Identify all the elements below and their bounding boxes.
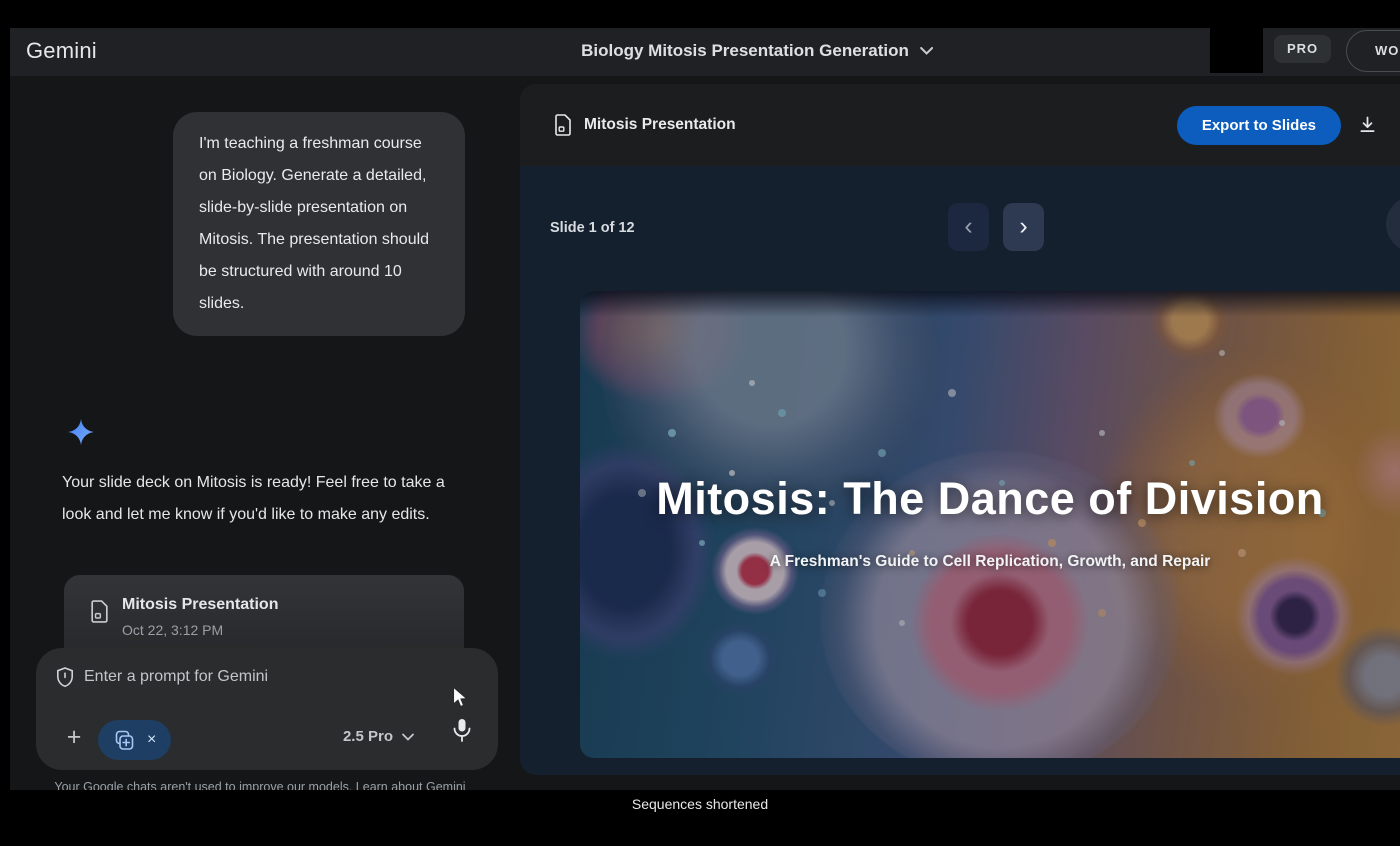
add-attachment-button[interactable]: + [58,722,90,754]
mic-icon[interactable] [452,718,472,745]
download-icon[interactable] [1357,114,1378,135]
canvas-icon [115,730,134,750]
panel-title: Mitosis Presentation [584,116,736,133]
artifact-timestamp: Oct 22, 3:12 PM [122,622,224,638]
slide-title: Mitosis: The Dance of Division [656,473,1324,524]
artifact-title: Mitosis Presentation [122,596,279,613]
video-frame: Gemini Biology Mitosis Presentation Gene… [0,0,1400,846]
chip-close-icon[interactable]: × [147,731,156,749]
panel-edge-button[interactable] [1386,196,1400,252]
letterbox-top [0,0,1400,28]
conversation-title-dropdown[interactable]: Biology Mitosis Presentation Generation [581,41,933,61]
model-selector[interactable]: 2.5 Pro [343,728,414,745]
mouse-cursor [452,686,469,708]
model-label: 2.5 Pro [342,728,393,745]
prompt-composer: + × 2.5 Pro [36,648,498,770]
next-slide-button[interactable]: › [1003,203,1044,251]
conversation-title: Biology Mitosis Presentation Generation [581,41,909,60]
workspace-badge[interactable]: WORK [1346,30,1400,72]
assistant-message: Your slide deck on Mitosis is ready! Fee… [62,474,445,523]
document-icon [91,600,108,623]
previous-slide-button[interactable]: ‹ [948,203,989,251]
document-icon [555,114,571,136]
canvas-chip[interactable]: × [98,720,172,760]
letterbox-left [0,0,10,846]
video-caption: Sequences shortened [631,796,769,812]
presentation-panel: Mitosis Presentation Export to Slides Sl… [520,84,1400,775]
slide-counter: Slide 1 of 12 [550,220,635,236]
pro-badge: PRO [1274,35,1332,63]
privacy-disclaimer: Your Google chats aren't used to improve… [54,780,466,790]
slide-subtitle: A Freshman's Guide to Cell Replication, … [769,553,1211,570]
chevron-down-icon [402,733,414,741]
export-to-slides-button[interactable]: Export to Slides [1176,106,1341,145]
shield-icon [57,667,73,688]
gemini-app: Gemini Biology Mitosis Presentation Gene… [10,28,1400,790]
user-message-bubble: I'm teaching a freshman course on Biolog… [173,112,465,336]
gemini-logo[interactable]: Gemini [26,38,97,64]
gemini-sparkle-icon [68,419,94,445]
chevron-down-icon [919,47,933,55]
slide-preview: Mitosis: The Dance of Division A Freshma… [580,291,1400,758]
top-nav: Gemini Biology Mitosis Presentation Gene… [10,28,1400,76]
redacted-block [1210,28,1263,73]
prompt-input[interactable] [84,664,414,690]
panel-header: Mitosis Presentation Export to Slides [520,84,1400,166]
